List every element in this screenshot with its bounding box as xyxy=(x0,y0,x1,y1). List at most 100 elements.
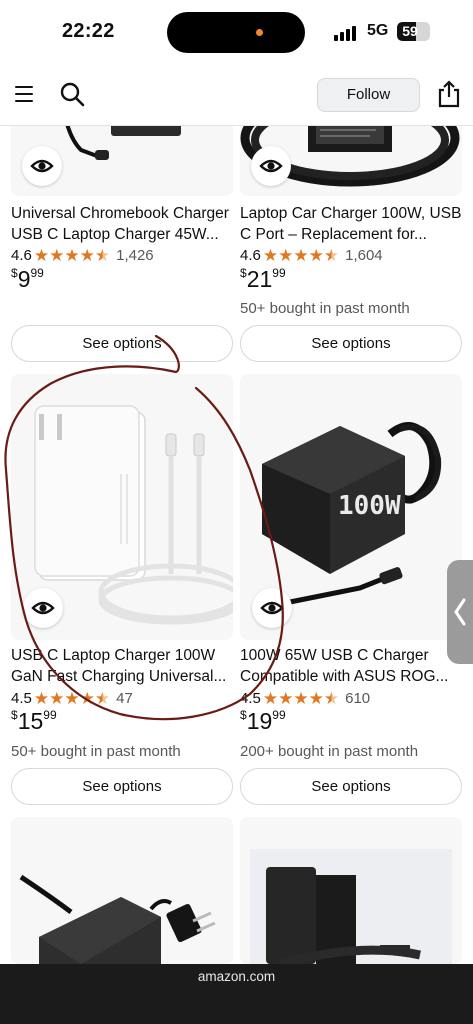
star-icon: ★ xyxy=(79,688,95,708)
quick-view-eye-icon[interactable] xyxy=(22,146,62,186)
product-image-5[interactable] xyxy=(11,817,233,964)
status-bar: 22:22 5G 59 xyxy=(0,0,473,64)
star-icon: ★ xyxy=(49,688,65,708)
recording-indicator-icon xyxy=(256,29,263,36)
product-title-line: GaN Fast Charging Universal... xyxy=(11,668,227,685)
review-count: 1,604 xyxy=(345,246,383,264)
dynamic-island xyxy=(167,12,305,53)
star-icon: ★ xyxy=(64,688,80,708)
product-title-2[interactable]: Laptop Car Charger 100W, USB C Port – Re… xyxy=(240,203,472,245)
rating-row-2[interactable]: 4.6 ★ ★ ★ ★ ★ 1,604 xyxy=(240,245,383,265)
star-icon: ★ xyxy=(323,245,340,265)
star-icon: ★ xyxy=(94,245,111,265)
price-currency: $ xyxy=(240,266,247,280)
product-image-4[interactable]: 100W xyxy=(240,374,462,640)
price-fraction: 99 xyxy=(272,708,286,722)
star-icon: ★ xyxy=(33,245,50,265)
product-label-100w: 100W xyxy=(338,491,401,521)
battery-icon: 59 xyxy=(397,22,430,41)
star-rating-icon: ★ ★ ★ ★ ★ xyxy=(263,247,339,264)
rating-value: 4.6 xyxy=(240,246,261,264)
star-rating-icon: ★ ★ ★ ★ ★ xyxy=(263,690,339,707)
price-currency: $ xyxy=(11,708,18,722)
laptop-adapter-image xyxy=(19,874,216,964)
page-url[interactable]: amazon.com xyxy=(0,969,473,984)
product-title-line: USB C Laptop Charger 100W xyxy=(11,647,216,664)
price-whole: 19 xyxy=(246,708,273,734)
price-currency: $ xyxy=(11,266,18,280)
see-options-button[interactable]: See options xyxy=(240,325,462,362)
product-image-3[interactable] xyxy=(11,374,233,640)
product-title-line: Laptop Car Charger 100W, USB xyxy=(240,205,462,222)
quick-view-eye-icon[interactable] xyxy=(251,146,291,186)
star-icon: ★ xyxy=(79,245,95,265)
star-icon: ★ xyxy=(262,688,279,708)
see-options-button[interactable]: See options xyxy=(240,768,462,805)
price-1: $999 xyxy=(11,266,44,294)
follow-button[interactable]: Follow xyxy=(317,78,420,112)
product-title-line: Universal Chromebook Charger xyxy=(11,205,229,222)
product-title-line: C Port – Replacement for... xyxy=(240,226,427,243)
star-icon: ★ xyxy=(94,688,111,708)
chevron-left-icon xyxy=(454,598,466,626)
product-title-line: 100W 65W USB C Charger xyxy=(240,647,429,664)
price-2: $2199 xyxy=(240,266,286,294)
rating-row-3[interactable]: 4.5 ★ ★ ★ ★ ★ 47 xyxy=(11,688,133,708)
star-icon: ★ xyxy=(278,245,294,265)
rating-value: 4.5 xyxy=(240,689,261,707)
star-icon: ★ xyxy=(262,245,279,265)
star-icon: ★ xyxy=(33,688,50,708)
browser-bottom-bar: amazon.com xyxy=(0,964,473,1024)
product-grid: Universal Chromebook Charger USB C Lapto… xyxy=(0,0,473,964)
product-title-3[interactable]: USB C Laptop Charger 100W GaN Fast Charg… xyxy=(11,645,243,687)
side-panel-tab[interactable] xyxy=(447,560,473,664)
price-4: $1999 xyxy=(240,708,286,736)
star-icon: ★ xyxy=(293,688,309,708)
product-title-1[interactable]: Universal Chromebook Charger USB C Lapto… xyxy=(11,203,243,245)
bought-in-past-month: 200+ bought in past month xyxy=(240,743,419,760)
price-fraction: 99 xyxy=(30,266,44,280)
product-image-6[interactable] xyxy=(240,817,462,964)
star-rating-icon: ★ ★ ★ ★ ★ xyxy=(34,690,110,707)
price-currency: $ xyxy=(240,708,247,722)
star-icon: ★ xyxy=(278,688,294,708)
price-3: $1599 xyxy=(11,708,57,736)
star-icon: ★ xyxy=(49,245,65,265)
network-type: 5G xyxy=(367,22,389,39)
quick-view-eye-icon[interactable] xyxy=(23,588,63,628)
search-icon[interactable] xyxy=(58,80,86,108)
rating-value: 4.6 xyxy=(11,246,32,264)
star-icon: ★ xyxy=(308,688,324,708)
review-count: 47 xyxy=(116,689,133,707)
battery-percent: 59 xyxy=(402,23,418,39)
price-fraction: 99 xyxy=(272,266,286,280)
see-options-button[interactable]: See options xyxy=(11,325,233,362)
rating-row-4[interactable]: 4.5 ★ ★ ★ ★ ★ 610 xyxy=(240,688,370,708)
price-whole: 15 xyxy=(17,708,44,734)
rating-value: 4.5 xyxy=(11,689,32,707)
hamburger-menu-icon[interactable] xyxy=(12,82,36,106)
rating-row-1[interactable]: 4.6 ★ ★ ★ ★ ★ 1,426 xyxy=(11,245,154,265)
share-icon[interactable] xyxy=(436,80,462,108)
star-rating-icon: ★ ★ ★ ★ ★ xyxy=(34,247,110,264)
price-whole: 21 xyxy=(246,266,273,292)
product-title-4[interactable]: 100W 65W USB C Charger Compatible with A… xyxy=(240,645,472,687)
price-fraction: 99 xyxy=(43,708,57,722)
app-header: Follow xyxy=(0,64,473,126)
bought-in-past-month: 50+ bought in past month xyxy=(11,743,181,760)
star-icon: ★ xyxy=(64,245,80,265)
product-title-line: USB C Laptop Charger 45W... xyxy=(11,226,219,243)
power-bank-charger-image xyxy=(250,849,452,964)
product-title-line: Compatible with ASUS ROG... xyxy=(240,668,449,685)
review-count: 610 xyxy=(345,689,371,707)
see-options-button[interactable]: See options xyxy=(11,768,233,805)
star-icon: ★ xyxy=(293,245,309,265)
bought-in-past-month: 50+ bought in past month xyxy=(240,300,410,317)
price-whole: 9 xyxy=(17,266,31,292)
star-icon: ★ xyxy=(308,245,324,265)
quick-view-eye-icon[interactable] xyxy=(252,588,292,628)
star-icon: ★ xyxy=(323,688,340,708)
cellular-signal-icon xyxy=(334,25,360,41)
status-time: 22:22 xyxy=(62,20,115,42)
review-count: 1,426 xyxy=(116,246,154,264)
